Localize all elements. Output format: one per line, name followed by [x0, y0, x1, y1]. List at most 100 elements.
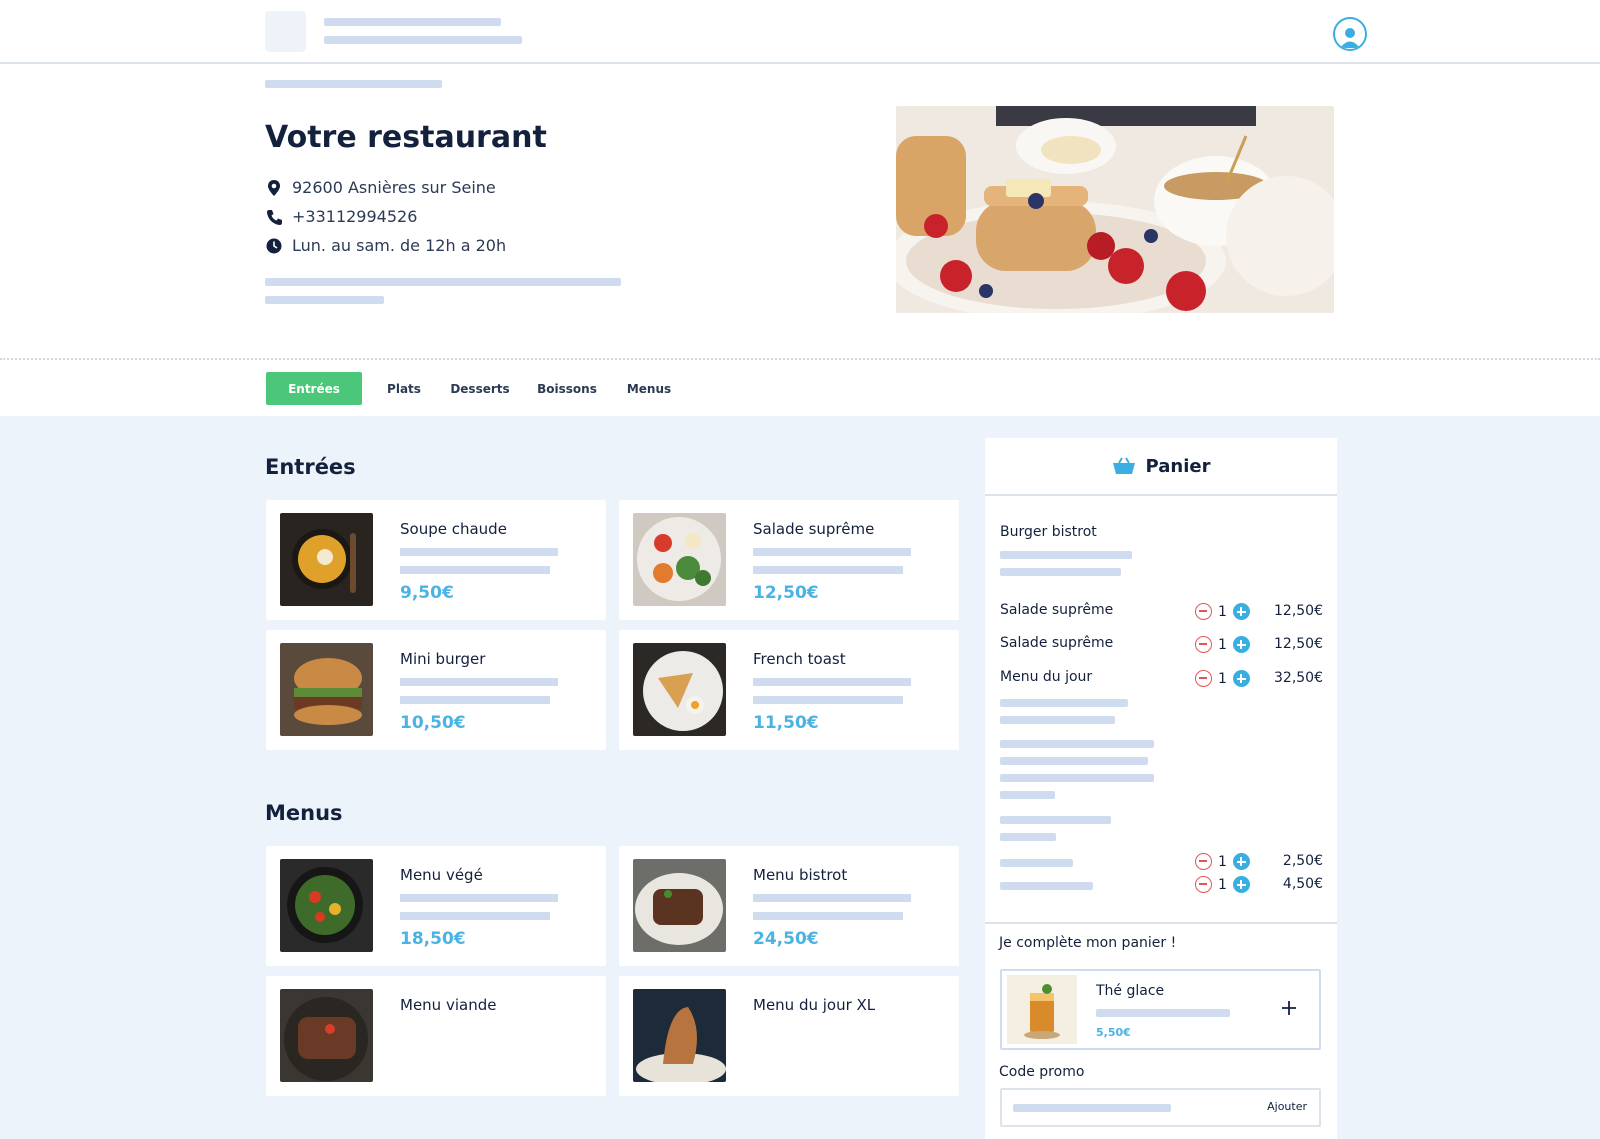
quantity-value: 1 — [1218, 853, 1227, 870]
product-name: Soupe chaude — [400, 520, 507, 538]
product-desc-line — [753, 894, 911, 902]
user-account-button[interactable] — [1333, 17, 1367, 51]
tab-plats[interactable]: Plats — [384, 372, 424, 405]
cart-item-price: 12,50€ — [1274, 603, 1323, 619]
tab-entrees[interactable]: Entrées — [266, 372, 362, 405]
decrease-quantity-button[interactable] — [1195, 603, 1212, 620]
increase-quantity-button[interactable] — [1232, 636, 1250, 653]
phone-icon — [267, 209, 282, 225]
decrease-quantity-button[interactable] — [1195, 670, 1212, 687]
cart-item-desc-line — [1000, 568, 1121, 576]
product-image — [280, 859, 373, 952]
restaurant-hero — [0, 64, 1600, 360]
cart-item-desc-line — [1000, 833, 1056, 841]
cart-item-desc-line — [1000, 791, 1055, 799]
product-desc-line — [400, 678, 558, 686]
promo-input-placeholder — [1013, 1104, 1171, 1112]
product-desc-line — [753, 696, 903, 704]
cart-item-desc-line — [1000, 816, 1111, 824]
product-name: Menu bistrot — [753, 866, 848, 884]
promo-submit-button[interactable]: Ajouter — [1267, 1100, 1307, 1113]
logo-placeholder[interactable] — [265, 11, 306, 52]
product-desc-line — [400, 566, 550, 574]
quantity-stepper: 1 — [1195, 876, 1250, 893]
product-price: 24,50€ — [753, 929, 819, 949]
product-image — [633, 513, 726, 606]
section-title-menus: Menus — [265, 801, 343, 825]
cart-item-name: Menu du jour — [1000, 669, 1093, 685]
description-line — [265, 296, 384, 304]
location-pin-icon — [268, 179, 280, 196]
product-name: Mini burger — [400, 650, 486, 668]
product-image — [633, 643, 726, 736]
upsell-item-image — [1007, 975, 1077, 1044]
tab-desserts[interactable]: Desserts — [449, 372, 511, 405]
increase-quantity-button[interactable] — [1232, 853, 1250, 870]
product-card[interactable]: Menu viande — [266, 976, 606, 1096]
cart-item-price: 2,50€ — [1282, 853, 1323, 869]
upsell-title: Je complète mon panier ! — [999, 935, 1177, 951]
cart-extra-name-line — [1000, 859, 1073, 867]
product-image — [633, 859, 726, 952]
product-card[interactable]: Mini burger 10,50€ — [266, 630, 606, 750]
product-image — [280, 513, 373, 606]
upsell-item-card[interactable]: Thé glace 5,50€ — [1000, 969, 1321, 1050]
clock-icon — [266, 238, 282, 253]
product-desc-line — [400, 696, 550, 704]
increase-quantity-button[interactable] — [1232, 603, 1250, 620]
tab-boissons[interactable]: Boissons — [536, 372, 598, 405]
product-desc-line — [753, 678, 911, 686]
product-desc-line — [400, 912, 550, 920]
decrease-quantity-button[interactable] — [1195, 636, 1212, 653]
restaurant-phone: +33112994526 — [266, 207, 417, 226]
user-icon — [1340, 28, 1360, 48]
product-name: Menu viande — [400, 996, 497, 1014]
product-card[interactable]: Salade suprême 12,50€ — [619, 500, 959, 620]
product-price: 9,50€ — [400, 583, 454, 603]
product-image — [280, 643, 373, 736]
product-name: Menu du jour XL — [753, 996, 876, 1014]
cart-item-desc-line — [1000, 699, 1128, 707]
product-price: 18,50€ — [400, 929, 466, 949]
cart-item-name: Salade suprême — [1000, 602, 1114, 618]
decrease-quantity-button[interactable] — [1195, 853, 1212, 870]
top-bar — [0, 0, 1600, 64]
increase-quantity-button[interactable] — [1232, 670, 1250, 687]
product-card[interactable]: Menu du jour XL — [619, 976, 959, 1096]
quantity-value: 1 — [1218, 603, 1227, 620]
add-upsell-button[interactable] — [1278, 997, 1300, 1019]
quantity-value: 1 — [1218, 636, 1227, 653]
product-desc-line — [400, 548, 558, 556]
tab-menus[interactable]: Menus — [624, 372, 674, 405]
product-name: Salade suprême — [753, 520, 875, 538]
product-name: French toast — [753, 650, 846, 668]
category-tabs: Entrées Plats Desserts Boissons Menus — [0, 361, 1600, 416]
plus-icon — [1282, 1001, 1296, 1015]
address-text: 92600 Asnières sur Seine — [292, 178, 496, 197]
quantity-stepper: 1 — [1195, 636, 1250, 653]
product-card[interactable]: French toast 11,50€ — [619, 630, 959, 750]
increase-quantity-button[interactable] — [1232, 876, 1250, 893]
product-image — [280, 989, 373, 1082]
product-card[interactable]: Menu bistrot 24,50€ — [619, 846, 959, 966]
restaurant-name: Votre restaurant — [265, 120, 547, 155]
breadcrumb-placeholder — [265, 80, 442, 88]
phone-text: +33112994526 — [292, 207, 418, 226]
cart-item-desc-line — [1000, 716, 1115, 724]
product-card[interactable]: Menu végé 18,50€ — [266, 846, 606, 966]
cart-title: Panier — [1145, 455, 1211, 477]
decrease-quantity-button[interactable] — [1195, 876, 1212, 893]
quantity-stepper: 1 — [1195, 670, 1250, 687]
header-line — [324, 18, 501, 26]
cart-item-desc-line — [1000, 551, 1132, 559]
cart-extra-name-line — [1000, 882, 1093, 890]
section-title-entrees: Entrées — [265, 455, 356, 479]
upsell-item-name: Thé glace — [1096, 983, 1165, 999]
upsell-item-price: 5,50€ — [1096, 1026, 1131, 1039]
hours-text: Lun. au sam. de 12h a 20h — [292, 236, 507, 255]
promo-code-field[interactable]: Ajouter — [1000, 1088, 1321, 1127]
cart-item-name: Burger bistrot — [1000, 524, 1097, 540]
product-card[interactable]: Soupe chaude 9,50€ — [266, 500, 606, 620]
description-line — [265, 278, 621, 286]
product-image — [633, 989, 726, 1082]
